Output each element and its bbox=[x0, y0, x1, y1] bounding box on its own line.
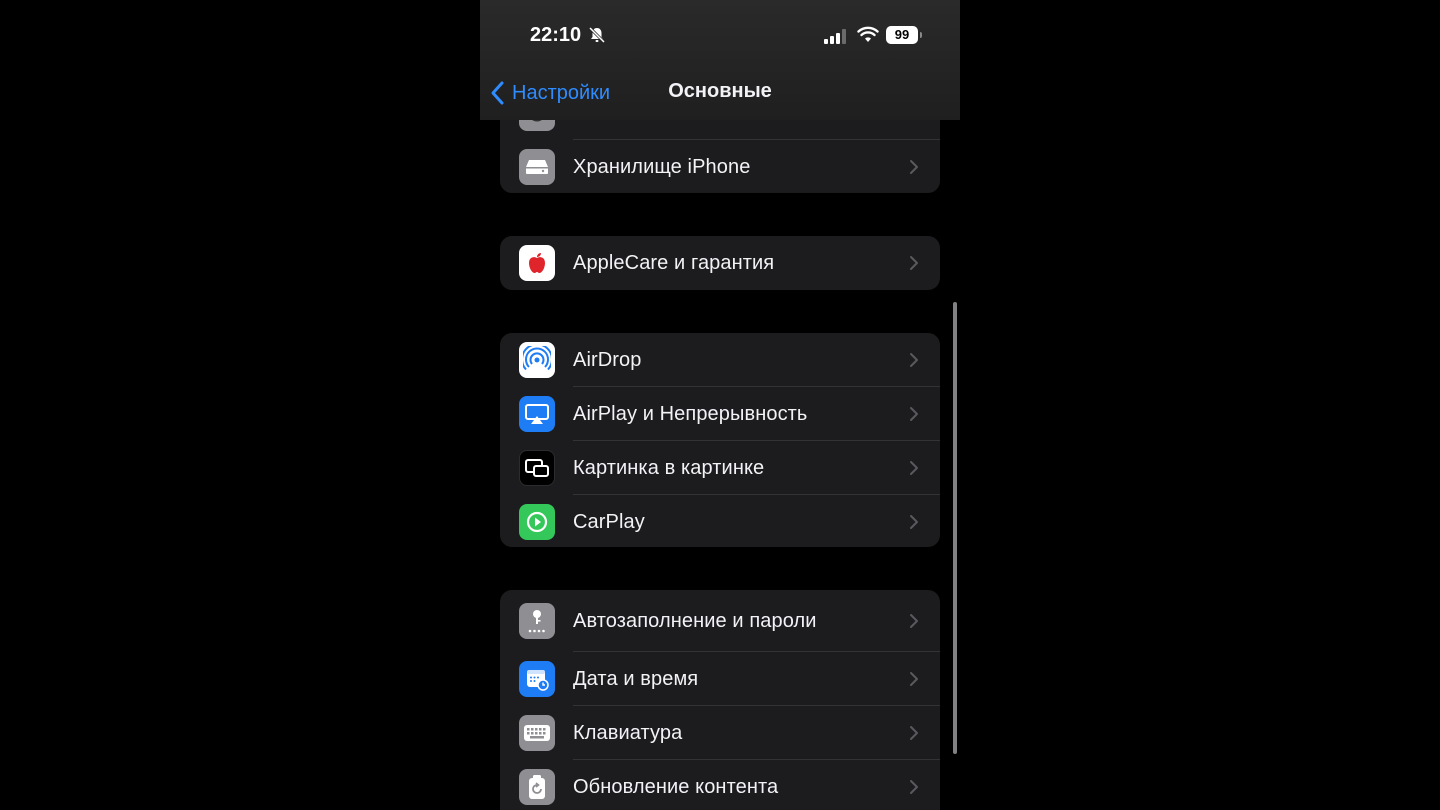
chevron-right-icon bbox=[910, 407, 918, 421]
row-label: Хранилище iPhone bbox=[573, 155, 751, 178]
chevron-right-icon bbox=[910, 353, 918, 367]
chevron-right-icon bbox=[910, 160, 918, 174]
row-label: Автозаполнение и пароли bbox=[573, 609, 817, 632]
row-background-refresh[interactable]: Обновление контента bbox=[500, 760, 940, 810]
chevron-right-icon bbox=[910, 672, 918, 686]
airdrop-icon bbox=[519, 342, 555, 378]
background-refresh-icon bbox=[519, 769, 555, 805]
row-label: Картинка в картинке bbox=[573, 456, 765, 479]
keyboard-icon bbox=[519, 715, 555, 751]
row-label: Клавиатура bbox=[573, 721, 683, 744]
row-label: AirPlay и Непрерывность bbox=[573, 402, 808, 425]
row-label: AirDrop bbox=[573, 348, 642, 371]
airplay-icon bbox=[519, 396, 555, 432]
row-applecare[interactable]: AppleCare и гарантия bbox=[500, 236, 940, 290]
wifi-icon bbox=[857, 26, 879, 42]
chevron-right-icon bbox=[910, 726, 918, 740]
phone-screen: Обновление ПО Хранилище iPhone AppleCare… bbox=[480, 0, 960, 810]
row-picture-in-picture[interactable]: Картинка в картинке bbox=[500, 441, 940, 495]
battery-level: 99 bbox=[886, 26, 918, 44]
row-label: CarPlay bbox=[573, 510, 645, 533]
page-title: Основные bbox=[668, 80, 772, 102]
chevron-right-icon bbox=[910, 780, 918, 794]
row-label: Дата и время bbox=[573, 667, 699, 690]
row-label: Обновление контента bbox=[573, 775, 779, 798]
group-applecare: AppleCare и гарантия bbox=[500, 236, 940, 290]
chevron-right-icon bbox=[910, 461, 918, 475]
key-icon bbox=[519, 603, 555, 639]
bell-muted-icon bbox=[588, 26, 606, 44]
row-autofill-passwords[interactable]: Автозаполнение и пароли bbox=[500, 590, 940, 652]
status-time: 22:10 bbox=[530, 24, 582, 46]
group-connectivity: AirDrop AirPlay и Непрерывность Картинка… bbox=[500, 333, 940, 547]
chevron-right-icon bbox=[910, 515, 918, 529]
row-carplay[interactable]: CarPlay bbox=[500, 495, 940, 547]
chevron-right-icon bbox=[910, 256, 918, 270]
row-airplay[interactable]: AirPlay и Непрерывность bbox=[500, 387, 940, 441]
row-date-time[interactable]: Дата и время bbox=[500, 652, 940, 706]
navigation-header: 22:10 99 Настройки Основные bbox=[480, 0, 960, 120]
apple-logo-icon bbox=[519, 245, 555, 281]
chevron-right-icon bbox=[910, 614, 918, 628]
carplay-icon bbox=[519, 504, 555, 540]
row-airdrop[interactable]: AirDrop bbox=[500, 333, 940, 387]
battery-tip bbox=[920, 32, 922, 38]
calendar-clock-icon bbox=[519, 661, 555, 697]
cellular-signal-icon bbox=[824, 29, 846, 44]
picture-in-picture-icon bbox=[519, 450, 555, 486]
settings-list[interactable]: Обновление ПО Хранилище iPhone AppleCare… bbox=[480, 0, 960, 810]
storage-icon bbox=[519, 149, 555, 185]
row-iphone-storage[interactable]: Хранилище iPhone bbox=[500, 140, 940, 193]
scroll-indicator[interactable] bbox=[953, 302, 957, 754]
row-keyboard[interactable]: Клавиатура bbox=[500, 706, 940, 760]
group-system: Автозаполнение и пароли Дата и время Кла… bbox=[500, 590, 940, 810]
row-label: AppleCare и гарантия bbox=[573, 251, 775, 274]
